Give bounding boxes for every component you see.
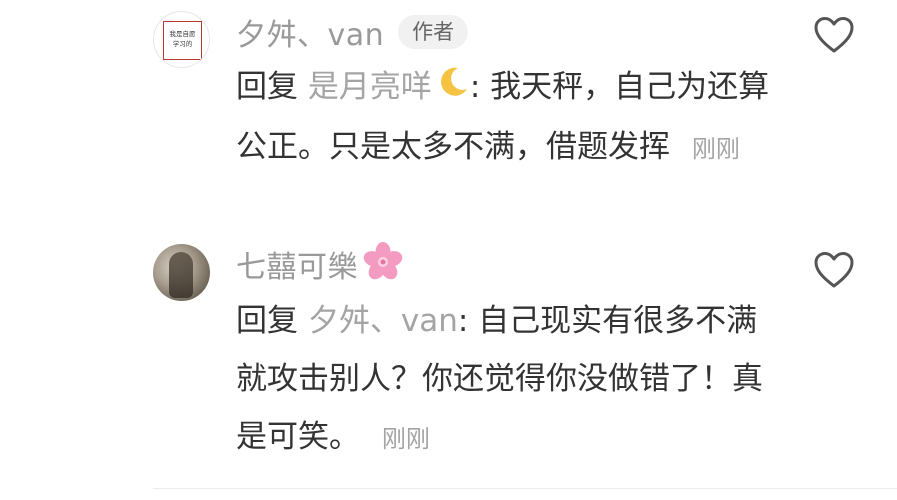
comment-time: 刚刚 [691,134,740,163]
heart-outline-icon[interactable] [812,15,856,55]
avatar[interactable] [153,244,210,301]
reply-mention[interactable]: 夕舛、van [308,303,458,339]
avatar-logo: 我是自愿 学习的 · [163,21,202,60]
divider [153,488,897,489]
reply-prefix: 回复 [236,69,298,105]
author-row: 夕舛、van 作者 [236,10,469,54]
reply-mention[interactable]: 是月亮咩 [308,69,432,105]
author-row: 七囍可樂 [236,241,404,287]
comment-body[interactable]: 回复 夕舛、van: 自己现实有很多不满就攻击别人？你还觉得你没做错了！真是可笑… [236,292,776,468]
author-name[interactable]: 七囍可樂 [236,242,358,286]
cherry-blossom-icon [362,241,404,287]
heart-outline-icon[interactable] [812,250,856,290]
crescent-moon-icon [436,60,470,118]
avatar[interactable]: 我是自愿 学习的 · [153,11,210,68]
comment-body[interactable]: 回复 是月亮咩: 我天秤，自己为还算公正。只是太多不满，借题发挥 刚刚 [236,58,776,178]
reply-prefix: 回复 [236,303,298,339]
comment-time: 刚刚 [381,425,430,453]
author-badge: 作者 [398,15,469,49]
author-name[interactable]: 夕舛、van [236,10,384,54]
